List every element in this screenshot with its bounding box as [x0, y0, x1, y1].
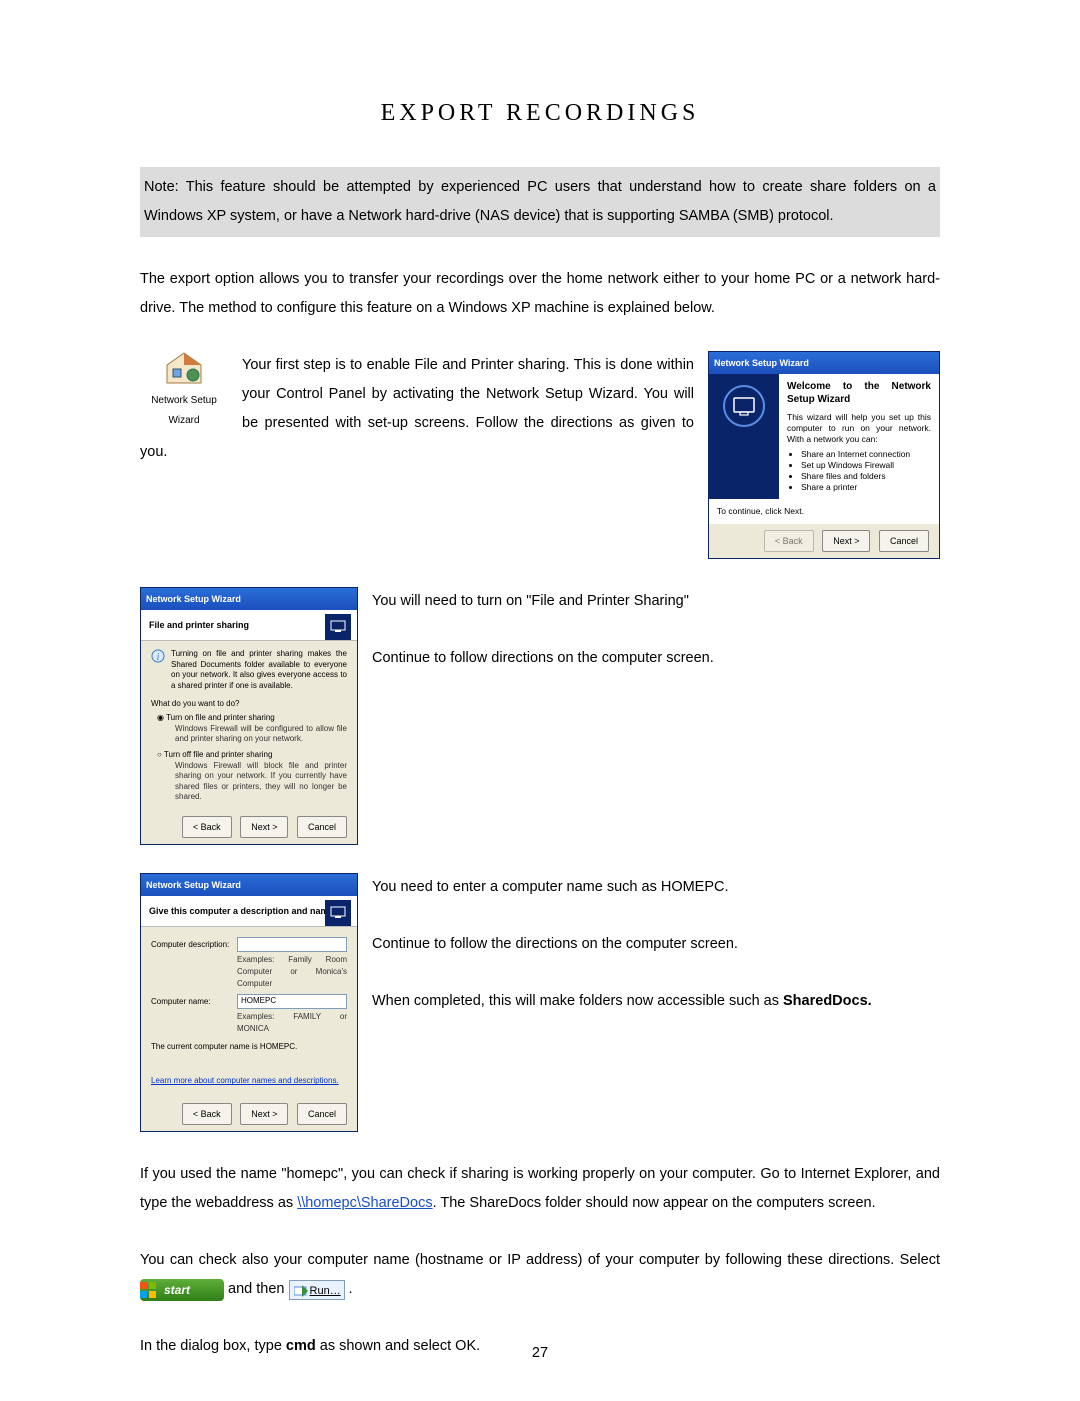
step3-block: Network Setup Wizard Give this computer …	[140, 873, 940, 1132]
welcome-bullet: Share files and folders	[801, 471, 931, 482]
welcome-continue: To continue, click Next.	[709, 499, 939, 524]
file-printer-sharing-dialog: Network Setup Wizard File and printer sh…	[140, 587, 358, 845]
run-menu-item[interactable]: Run…	[289, 1280, 345, 1300]
learn-more-link[interactable]: Learn more about computer names and desc…	[151, 1075, 347, 1087]
fps-info-text: Turning on file and printer sharing make…	[171, 649, 347, 691]
dialog-subheading: File and printer sharing	[149, 620, 249, 630]
cancel-button[interactable]: Cancel	[297, 816, 347, 838]
computer-network-icon	[722, 384, 766, 428]
current-computer-name: The current computer name is HOMEPC.	[151, 1041, 347, 1053]
dialog-subheading: Give this computer a description and nam…	[149, 906, 336, 916]
welcome-desc: This wizard will help you set up this co…	[787, 412, 931, 445]
computer-description-input[interactable]	[237, 937, 347, 952]
step1-block: Network Setup Wizard Welcome to the Netw…	[140, 351, 940, 559]
computer-name-example: Examples: FAMILY or MONICA	[237, 1011, 347, 1035]
fps-opt1-label: Turn on file and printer sharing	[166, 713, 275, 722]
page-number: 27	[0, 1345, 1080, 1361]
computer-handshake-icon	[325, 900, 351, 926]
page-title: EXPORT RECORDINGS	[140, 100, 940, 127]
next-button[interactable]: Next >	[240, 1103, 288, 1125]
welcome-bullet: Share a printer	[801, 482, 931, 493]
back-button[interactable]: < Back	[182, 816, 232, 838]
dialog-titlebar: Network Setup Wizard	[141, 588, 357, 610]
radio-on[interactable]: ◉	[157, 713, 166, 722]
computer-name-label: Computer name:	[151, 996, 237, 1008]
cancel-button[interactable]: Cancel	[297, 1103, 347, 1125]
computer-handshake-icon	[325, 614, 351, 640]
fps-opt2-label: Turn off file and printer sharing	[164, 750, 273, 759]
hostname-paragraph: You can check also your computer name (h…	[140, 1246, 940, 1304]
step2-block: Network Setup Wizard File and printer sh…	[140, 587, 940, 845]
computer-description-example: Examples: Family Room Computer or Monica…	[237, 954, 347, 990]
dialog-titlebar: Network Setup Wizard	[141, 874, 357, 896]
dialog-titlebar: Network Setup Wizard	[709, 352, 939, 374]
fps-question: What do you want to do?	[151, 699, 347, 709]
cancel-button[interactable]: Cancel	[879, 530, 929, 552]
network-setup-wizard-icon[interactable]: Network Setup Wizard	[140, 351, 228, 431]
welcome-wizard-dialog: Network Setup Wizard Welcome to the Netw…	[708, 351, 940, 559]
computer-name-dialog: Network Setup Wizard Give this computer …	[140, 873, 358, 1132]
welcome-bullet: Share an Internet connection	[801, 449, 931, 460]
svg-text:i: i	[157, 652, 160, 663]
welcome-bullet: Set up Windows Firewall	[801, 460, 931, 471]
wizard-icon-label: Network Setup Wizard	[151, 395, 217, 426]
back-button[interactable]: < Back	[182, 1103, 232, 1125]
back-button[interactable]: < Back	[764, 530, 814, 552]
welcome-title: Welcome to the Network Setup Wizard	[787, 380, 931, 406]
fps-opt2-sub: Windows Firewall will block file and pri…	[175, 761, 347, 803]
next-button[interactable]: Next >	[240, 816, 288, 838]
wizard-graphic	[709, 374, 779, 499]
note-box: Note: This feature should be attempted b…	[140, 167, 940, 237]
next-button[interactable]: Next >	[822, 530, 870, 552]
share-path-link[interactable]: \\homepc\ShareDocs	[297, 1195, 432, 1211]
computer-name-input[interactable]: HOMEPC	[237, 994, 347, 1009]
fps-opt1-sub: Windows Firewall will be configured to a…	[175, 724, 347, 745]
start-button[interactable]: start	[140, 1279, 224, 1301]
info-icon: i	[151, 649, 165, 691]
intro-paragraph: The export option allows you to transfer…	[140, 265, 940, 323]
radio-off[interactable]: ○	[157, 750, 164, 759]
check-sharing-paragraph: If you used the name "homepc", you can c…	[140, 1160, 940, 1218]
computer-description-label: Computer description:	[151, 939, 237, 951]
